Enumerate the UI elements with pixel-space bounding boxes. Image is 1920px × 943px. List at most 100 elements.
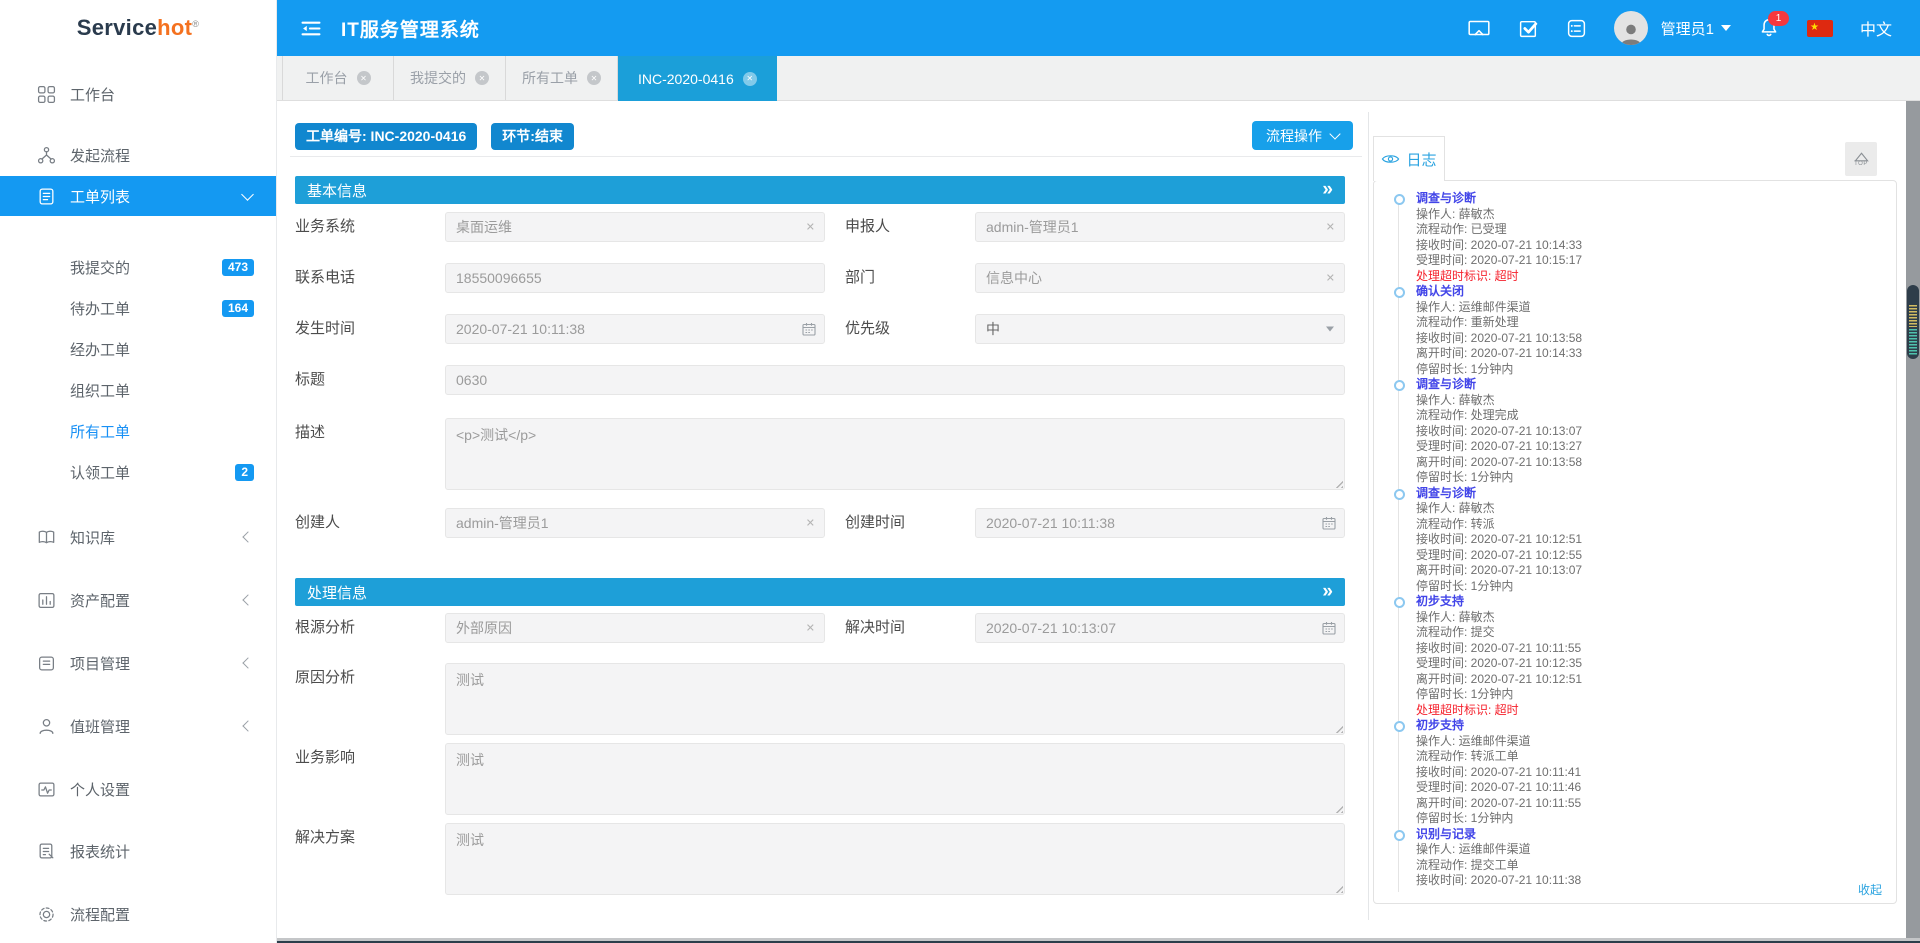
process-action-button[interactable]: 流程操作 [1252, 121, 1353, 150]
resize-grip-icon[interactable] [1333, 723, 1343, 733]
resize-grip-icon[interactable] [1333, 478, 1343, 488]
clear-icon[interactable]: ✕ [806, 622, 815, 635]
notification-bell-icon[interactable]: 1 [1758, 17, 1780, 39]
tab-all-tickets[interactable]: 所有工单 ✕ [506, 56, 618, 100]
avatar[interactable] [1614, 11, 1648, 45]
creator-field[interactable]: admin-管理员1 ✕ [445, 508, 825, 538]
flow-icon [36, 145, 56, 165]
field-label: 业务系统 [295, 212, 445, 242]
sidebar-item-workbench[interactable]: 工作台 [0, 78, 276, 110]
sidebar-item-duty-mgmt[interactable]: 值班管理 [0, 710, 276, 742]
gear-icon [36, 904, 56, 924]
close-icon[interactable]: ✕ [587, 71, 601, 85]
user-menu[interactable]: 管理员1 [1661, 18, 1731, 39]
sidebar-item-project-mgmt[interactable]: 项目管理 [0, 647, 276, 679]
ticket-toolbar: 工单编号: INC-2020-0416 环节:结束 [295, 123, 574, 150]
sidebar-item-personal-settings[interactable]: 个人设置 [0, 773, 276, 805]
priority-select[interactable]: 中 [975, 314, 1345, 344]
person-icon [36, 716, 56, 736]
sidebar-item-start-flow[interactable]: 发起流程 [0, 139, 276, 171]
tab-my-submitted[interactable]: 我提交的 ✕ [394, 56, 506, 100]
department-field[interactable]: 信息中心 ✕ [975, 263, 1345, 293]
close-icon[interactable]: ✕ [743, 72, 757, 86]
approval-checkbox-icon[interactable] [1518, 18, 1539, 39]
registered-mark: ® [192, 19, 199, 29]
title-field[interactable]: 0630 [445, 365, 1345, 395]
sidebar-item-label: 流程配置 [70, 904, 130, 925]
task-list-icon[interactable] [1566, 18, 1587, 39]
tab-label: 工作台 [306, 68, 348, 88]
close-icon[interactable]: ✕ [357, 71, 371, 85]
stage-badge: 环节:结束 [491, 123, 574, 150]
field-label: 标题 [295, 365, 445, 395]
calendar-icon[interactable] [802, 322, 816, 336]
topbar-actions: 管理员1 1 ★ 中文 [1467, 11, 1892, 45]
business-system-field[interactable]: 桌面运维 ✕ [445, 212, 825, 242]
sidebar-item-label: 值班管理 [70, 716, 130, 737]
timeline-dot-icon [1394, 830, 1405, 841]
description-textarea[interactable]: <p>测试</p> [445, 418, 1345, 490]
resize-grip-icon[interactable] [1333, 803, 1343, 813]
basic-info-header: 基本信息 » [295, 176, 1345, 204]
section-title: 基本信息 [307, 180, 367, 201]
collapse-menu-icon[interactable] [299, 19, 323, 38]
sidebar-subitem-handled[interactable]: 经办工单 [0, 334, 276, 364]
timeline-dot-icon [1394, 380, 1405, 391]
process-action-label: 流程操作 [1266, 126, 1322, 146]
field-label: 根源分析 [295, 613, 445, 643]
clear-icon[interactable]: ✕ [806, 221, 815, 234]
clear-icon[interactable]: ✕ [1326, 272, 1335, 285]
sidebar-subitem-org[interactable]: 组织工单 [0, 375, 276, 405]
calendar-icon[interactable] [1322, 621, 1336, 635]
sidebar-item-report-stats[interactable]: 报表统计 [0, 835, 276, 867]
cause-analysis-textarea[interactable]: 测试 [445, 663, 1345, 735]
process-info-section: 处理信息 » 根源分析 外部原因 ✕ 解决时间 2020-07-21 10:13… [295, 578, 1345, 895]
root-cause-field[interactable]: 外部原因 ✕ [445, 613, 825, 643]
report-icon [36, 841, 56, 861]
sidebar-subitem-all-tickets[interactable]: 所有工单 [0, 416, 276, 446]
solve-time-field[interactable]: 2020-07-21 10:13:07 [975, 613, 1345, 643]
tab-ticket-inc-2020-0416[interactable]: INC-2020-0416 ✕ [618, 56, 777, 101]
resize-grip-icon[interactable] [1333, 883, 1343, 893]
field-label: 解决时间 [845, 613, 975, 643]
sidebar-item-asset-config[interactable]: 资产配置 [0, 584, 276, 616]
collapse-section-icon[interactable]: » [1322, 582, 1333, 602]
sidebar-item-flow-config[interactable]: 流程配置 [0, 898, 276, 930]
vertical-scrollbar-track[interactable] [1906, 100, 1920, 938]
collapse-log-link[interactable]: 收起 [1858, 881, 1882, 898]
calendar-icon[interactable] [1322, 516, 1336, 530]
screen-share-icon[interactable] [1467, 18, 1491, 38]
pulse-icon [36, 779, 56, 799]
field-label: 申报人 [845, 212, 975, 242]
sidebar-subitem-my-submitted[interactable]: 我提交的 473 [0, 252, 276, 282]
back-to-top-button[interactable]: TOP [1845, 142, 1877, 176]
phone-field[interactable]: 18550096655 [445, 263, 825, 293]
field-label: 解决方案 [295, 823, 445, 853]
dropdown-caret-icon [1326, 327, 1334, 332]
log-entry: 确认关闭 操作人: 运维邮件渠道 流程动作: 重新处理 接收时间: 2020-0… [1394, 284, 1882, 377]
close-icon[interactable]: ✕ [475, 71, 489, 85]
collapse-section-icon[interactable]: » [1322, 180, 1333, 200]
vertical-scrollbar-thumb[interactable] [1907, 285, 1919, 359]
tab-log[interactable]: 日志 [1373, 136, 1445, 181]
sidebar-item-label: 个人设置 [70, 779, 130, 800]
tab-workbench[interactable]: 工作台 ✕ [282, 56, 394, 100]
solution-textarea[interactable]: 测试 [445, 823, 1345, 895]
tab-bar: 工作台 ✕ 我提交的 ✕ 所有工单 ✕ INC-2020-0416 ✕ [277, 56, 1920, 101]
clear-icon[interactable]: ✕ [806, 517, 815, 530]
ticket-list-icon [36, 186, 56, 206]
sidebar-subitem-claim[interactable]: 认领工单 2 [0, 457, 276, 487]
clear-icon[interactable]: ✕ [1326, 221, 1335, 234]
language-switch[interactable]: 中文 [1860, 16, 1892, 40]
field-label: 发生时间 [295, 314, 445, 344]
occur-time-field[interactable]: 2020-07-21 10:11:38 [445, 314, 825, 344]
sidebar-item-knowledge-base[interactable]: 知识库 [0, 521, 276, 553]
business-impact-textarea[interactable]: 测试 [445, 743, 1345, 815]
china-flag-icon[interactable]: ★ [1807, 20, 1833, 37]
topbar: IT服务管理系统 管理员1 1 ★ [277, 0, 1920, 56]
sidebar-item-ticket-list[interactable]: 工单列表 [0, 176, 276, 216]
sidebar-subitem-todo[interactable]: 待办工单 164 [0, 293, 276, 323]
reporter-field[interactable]: admin-管理员1 ✕ [975, 212, 1345, 242]
brand-logo-text: Service [77, 15, 157, 41]
create-time-field[interactable]: 2020-07-21 10:11:38 [975, 508, 1345, 538]
